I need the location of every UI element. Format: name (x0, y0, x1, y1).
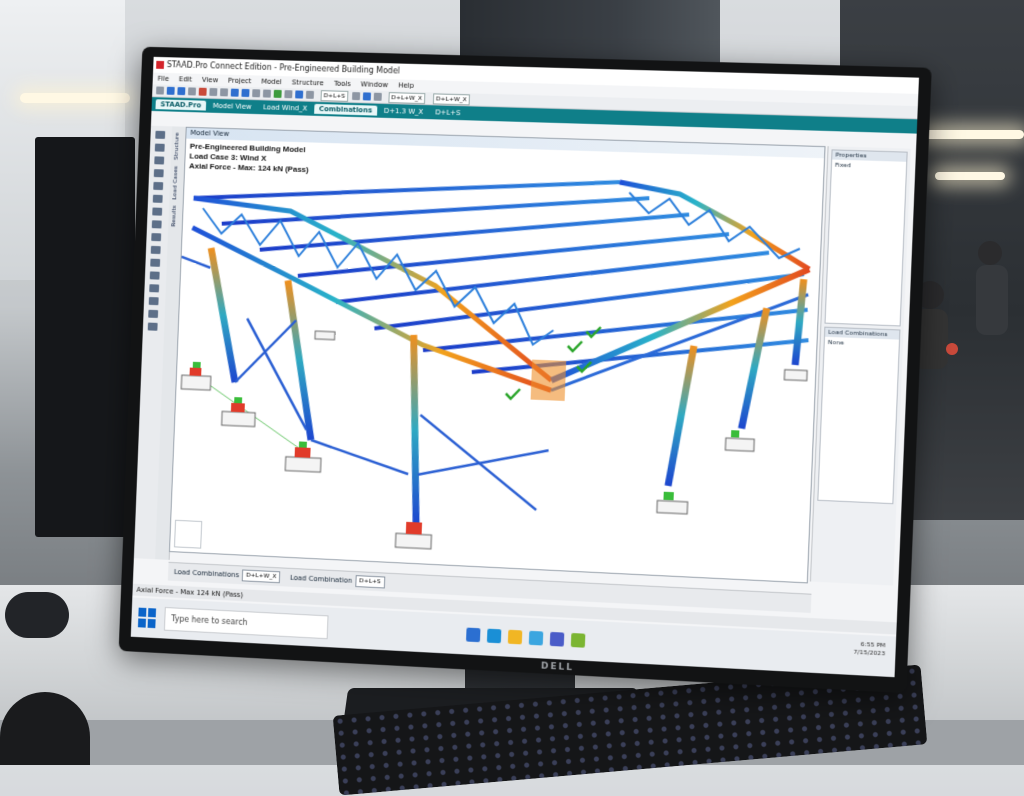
menu-window[interactable]: Window (361, 80, 389, 89)
ceiling-light (20, 93, 130, 103)
page-tab-results[interactable]: Results (170, 205, 178, 227)
load-combination-select[interactable]: D+L+S (321, 90, 349, 102)
stress-tool-icon[interactable] (148, 310, 158, 318)
redo-icon[interactable] (241, 89, 249, 97)
open-folder-icon[interactable] (167, 87, 175, 95)
measure-tool-icon[interactable] (151, 246, 161, 254)
beam-tool-icon[interactable] (154, 156, 164, 164)
load-case-select[interactable]: D+L+W_X (388, 92, 425, 104)
tab-load-wind[interactable]: Load Wind_X (258, 102, 312, 113)
tab-model-view[interactable]: Model View (208, 101, 257, 112)
mouse (5, 592, 69, 638)
load-case-select-2[interactable]: D+L+W_X (433, 93, 470, 105)
view-iso-icon[interactable] (295, 90, 303, 98)
grid-icon[interactable] (352, 92, 360, 100)
staad-taskbar-icon[interactable] (571, 633, 586, 648)
windows-start-icon[interactable] (137, 607, 159, 630)
zoom-in-icon[interactable] (252, 89, 260, 97)
support-tool-icon[interactable] (152, 207, 162, 215)
load-combination-label: Load Combination (290, 574, 353, 585)
load-tool-icon[interactable] (152, 220, 162, 228)
ceiling-light (935, 172, 1005, 180)
model-info-overlay: Pre-Engineered Building Model Load Case … (189, 142, 310, 175)
taskbar-apps (466, 628, 592, 649)
background-monitor (35, 137, 135, 537)
mail-icon[interactable] (550, 632, 565, 647)
menu-structure[interactable]: Structure (292, 78, 324, 87)
cut-icon[interactable] (199, 88, 207, 96)
file-explorer-icon[interactable] (508, 630, 523, 645)
text-tool-icon[interactable] (153, 182, 163, 190)
section-tool-icon[interactable] (150, 259, 160, 267)
load-combination-select[interactable]: D+L+S (355, 575, 385, 588)
plate-tool-icon[interactable] (154, 169, 164, 177)
window-title: STAAD.Pro Connect Edition - Pre-Engineer… (167, 60, 400, 75)
pan-icon[interactable] (274, 90, 282, 98)
results-icon[interactable] (373, 93, 381, 101)
menu-help[interactable]: Help (398, 81, 414, 89)
ceiling-light (925, 130, 1024, 139)
tab-combo-dls[interactable]: D+L+S (430, 107, 466, 118)
print-icon[interactable] (188, 87, 196, 95)
menu-tools[interactable]: Tools (334, 80, 351, 88)
menu-project[interactable]: Project (228, 77, 252, 86)
design-tool-icon[interactable] (148, 323, 158, 331)
zoom-out-icon[interactable] (263, 90, 271, 98)
animation-tool-icon[interactable] (149, 297, 159, 305)
edge-browser-icon[interactable] (487, 629, 502, 644)
right-panel: Properties Fixed Load Combinations None (810, 146, 911, 585)
menu-model[interactable]: Model (261, 78, 282, 86)
tray-date: 7/15/2023 (853, 649, 885, 659)
monitor-brand-logo: DELL (541, 661, 575, 673)
model-view-window[interactable]: Model View Pre-Engineered Building Model… (169, 127, 826, 584)
table-icon[interactable] (363, 92, 371, 100)
tab-combo-d13w[interactable]: D+1.3 W_X (379, 106, 429, 117)
node-tool-icon[interactable] (155, 144, 165, 152)
menu-edit[interactable]: Edit (179, 75, 192, 83)
report-tool-icon[interactable] (149, 284, 159, 292)
structure-3d-render[interactable] (170, 139, 822, 582)
menu-file[interactable]: File (157, 75, 169, 83)
page-tab-structure[interactable]: Structure (173, 132, 181, 160)
property-tool-icon[interactable] (151, 233, 161, 241)
copy-icon[interactable] (209, 88, 217, 96)
monitor: STAAD.Pro Connect Edition - Pre-Engineer… (119, 47, 932, 693)
select-icon[interactable] (306, 91, 314, 99)
rotate-icon[interactable] (284, 90, 292, 98)
undo-icon[interactable] (231, 89, 239, 97)
load-combinations-panel: Load Combinations None (817, 327, 900, 505)
task-view-icon[interactable] (466, 628, 480, 643)
properties-panel: Properties Fixed (824, 149, 907, 326)
dimension-tool-icon[interactable] (153, 195, 163, 203)
menu-view[interactable]: View (202, 76, 218, 84)
taskbar-search-input[interactable]: Type here to search (164, 607, 329, 639)
new-file-icon[interactable] (156, 86, 164, 94)
select-tool-icon[interactable] (155, 131, 165, 139)
store-icon[interactable] (529, 631, 544, 646)
load-combinations-label: Load Combinations (174, 568, 240, 579)
load-combinations-select[interactable]: D+L+W_X (242, 569, 281, 583)
tab-staadpro[interactable]: STAAD.Pro (155, 99, 206, 110)
staad-app-icon (156, 61, 164, 69)
results-tool-icon[interactable] (150, 271, 160, 279)
paste-icon[interactable] (220, 88, 228, 96)
system-tray-clock[interactable]: 6:55 PM 7/15/2023 (853, 641, 885, 659)
screen: STAAD.Pro Connect Edition - Pre-Engineer… (131, 57, 919, 677)
tab-combinations[interactable]: Combinations (314, 104, 377, 116)
page-tab-load-cases[interactable]: Load Cases (171, 166, 179, 200)
save-icon[interactable] (177, 87, 185, 95)
axis-triad-icon (174, 520, 202, 549)
